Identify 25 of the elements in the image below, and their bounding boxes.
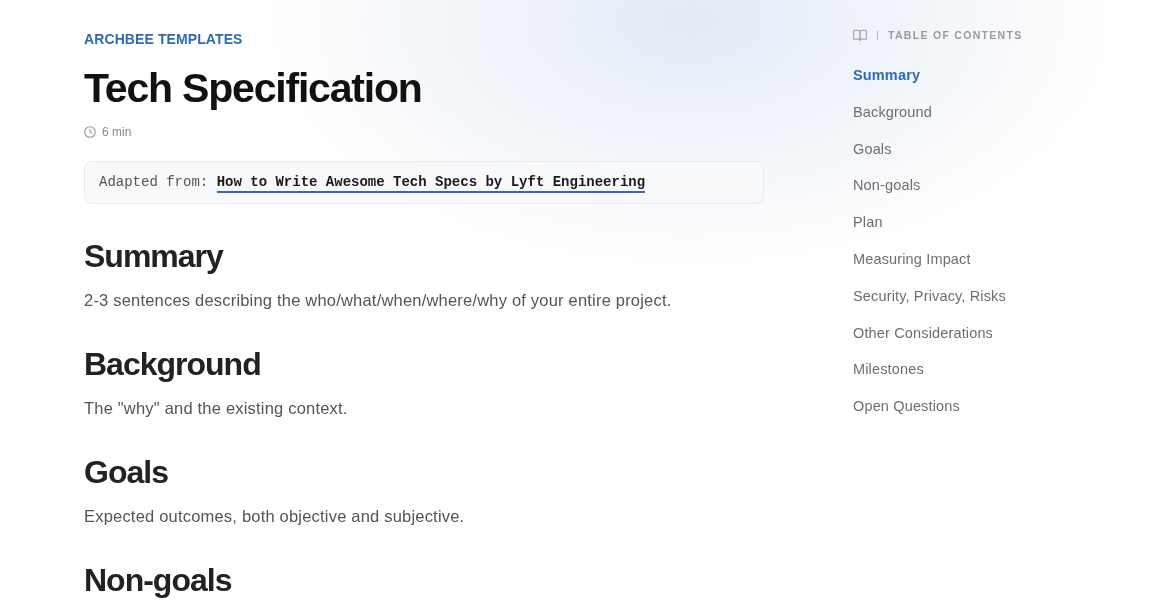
breadcrumb-label: ARCHBEE TEMPLATES: [84, 30, 243, 49]
toc-heading: TABLE OF CONTENTS: [888, 28, 1023, 43]
section-text: The "why" and the existing context.: [84, 398, 349, 419]
source-note: Adapted from: How to Write Awesome Tech Specs by Lyft Engineering: [99, 172, 646, 193]
toc-link[interactable]: Security, Privacy, Risks: [853, 285, 1006, 307]
page-title: Tech Specification: [84, 64, 423, 112]
toc-link[interactable]: Plan: [853, 212, 883, 233]
toc-link[interactable]: Summary: [853, 65, 921, 86]
section-text: 2-3 sentences describing the who/what/when/where/why of your entire project.: [84, 290, 673, 311]
toc-link[interactable]: Background: [853, 101, 932, 123]
toc-link[interactable]: Measuring Impact: [853, 249, 971, 270]
section-heading: Background: [84, 346, 262, 382]
section-heading: Non-goals: [84, 562, 233, 598]
section-heading: Summary: [84, 238, 225, 274]
section-text: Expected outcomes, both objective and subjective.: [84, 506, 466, 527]
toc-link[interactable]: Milestones: [853, 359, 924, 381]
source-link[interactable]: How to Write Awesome Tech Specs by Lyft Engineering: [216, 174, 646, 193]
toc-link[interactable]: Open Questions: [853, 396, 960, 417]
toc-link[interactable]: Non-goals: [853, 175, 921, 197]
clock-icon: [84, 126, 96, 138]
toc-link[interactable]: Other Considerations: [853, 322, 993, 344]
toc-link[interactable]: Goals: [853, 138, 892, 160]
section-heading: Goals: [84, 454, 169, 490]
book-icon: [853, 29, 867, 41]
reading-time: 6 min: [102, 124, 132, 141]
